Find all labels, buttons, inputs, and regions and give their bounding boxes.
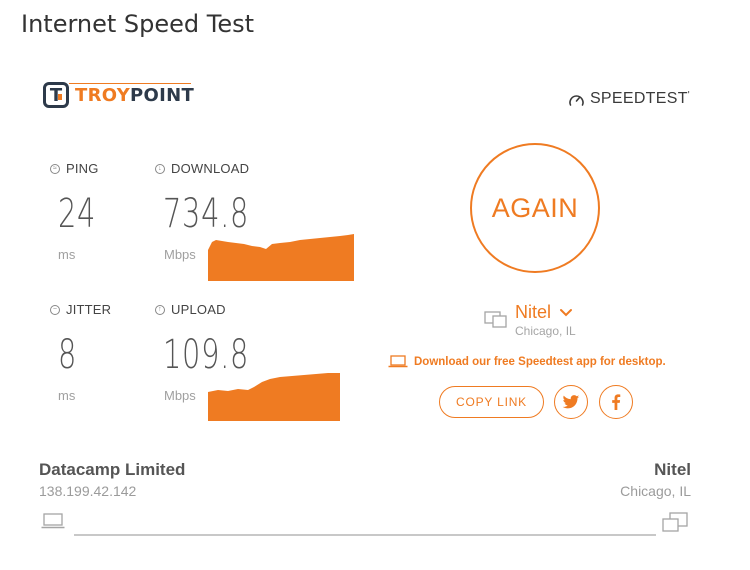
logo-text-secondary: POINT — [130, 84, 195, 106]
ping-unit: ms — [58, 247, 76, 262]
jitter-icon: − — [50, 304, 60, 315]
twitter-icon — [562, 394, 580, 408]
logo-mark-letter: T — [49, 84, 63, 106]
twitter-share-button[interactable] — [554, 385, 588, 419]
copy-link-label: COPY LINK — [455, 395, 527, 409]
server-name: Nitel — [515, 302, 552, 322]
server-selector[interactable]: Nitel Chicago, IL — [484, 302, 576, 338]
server-info: Nitel Chicago, IL — [515, 302, 576, 338]
ping-label: ≈ PING — [50, 161, 99, 176]
speedtest-brand-label: SPEEDTEST — [589, 90, 688, 107]
troypoint-logo-mark: T — [43, 82, 69, 108]
upload-speed-graph — [208, 373, 340, 421]
footer-server-name: Nitel — [654, 460, 691, 479]
speedtest-brand: SPEEDTEST ' — [568, 90, 690, 108]
logo-text: TROYPOINT — [75, 85, 194, 106]
speedtest-trademark: ' — [687, 89, 690, 101]
upload-unit: Mbps — [164, 388, 196, 403]
logo-accent-line — [69, 83, 191, 84]
upload-label-text: UPLOAD — [171, 302, 226, 317]
footer-server-icon — [662, 512, 688, 532]
ping-icon: ≈ — [50, 163, 60, 174]
isp-name: Datacamp Limited — [39, 460, 186, 479]
laptop-icon — [388, 355, 408, 368]
ping-label-text: PING — [66, 161, 99, 176]
server-location: Chicago, IL — [515, 324, 576, 338]
download-speed-graph — [208, 234, 354, 281]
facebook-icon — [612, 394, 621, 410]
upload-arrow-icon: ↑ — [155, 304, 165, 315]
client-laptop-icon — [41, 513, 65, 529]
facebook-share-button[interactable] — [599, 385, 633, 419]
ping-value: 24 — [58, 191, 97, 237]
jitter-value: 8 — [58, 332, 78, 378]
page-title: Internet Speed Test — [21, 10, 255, 38]
speedtest-page: Internet Speed Test T TROYPOINT SPEEDTES… — [0, 0, 750, 570]
jitter-unit: ms — [58, 388, 76, 403]
jitter-label: − JITTER — [50, 302, 111, 317]
isp-ip-address: 138.199.42.142 — [39, 483, 137, 499]
chevron-down-icon[interactable] — [559, 308, 573, 318]
jitter-label-text: JITTER — [66, 302, 112, 317]
download-unit: Mbps — [164, 247, 196, 262]
gauge-icon — [569, 94, 584, 106]
desktop-app-promo-text[interactable]: Download our free Speedtest app for desk… — [414, 356, 666, 368]
download-label: ↓ DOWNLOAD — [155, 161, 249, 176]
again-button-label: AGAIN — [491, 192, 579, 223]
connection-line — [74, 534, 656, 536]
server-name-row[interactable]: Nitel — [515, 302, 576, 323]
upload-label: ↑ UPLOAD — [155, 302, 226, 317]
again-button[interactable]: AGAIN — [470, 143, 600, 273]
footer-server-location: Chicago, IL — [620, 483, 691, 499]
desktop-app-promo[interactable]: Download our free Speedtest app for desk… — [388, 355, 666, 368]
server-icon — [484, 311, 507, 328]
download-label-text: DOWNLOAD — [171, 161, 250, 176]
download-arrow-icon: ↓ — [155, 163, 165, 174]
troypoint-logo: T TROYPOINT — [43, 82, 194, 108]
logo-text-primary: TROY — [75, 84, 131, 106]
copy-link-button[interactable]: COPY LINK — [439, 386, 544, 418]
